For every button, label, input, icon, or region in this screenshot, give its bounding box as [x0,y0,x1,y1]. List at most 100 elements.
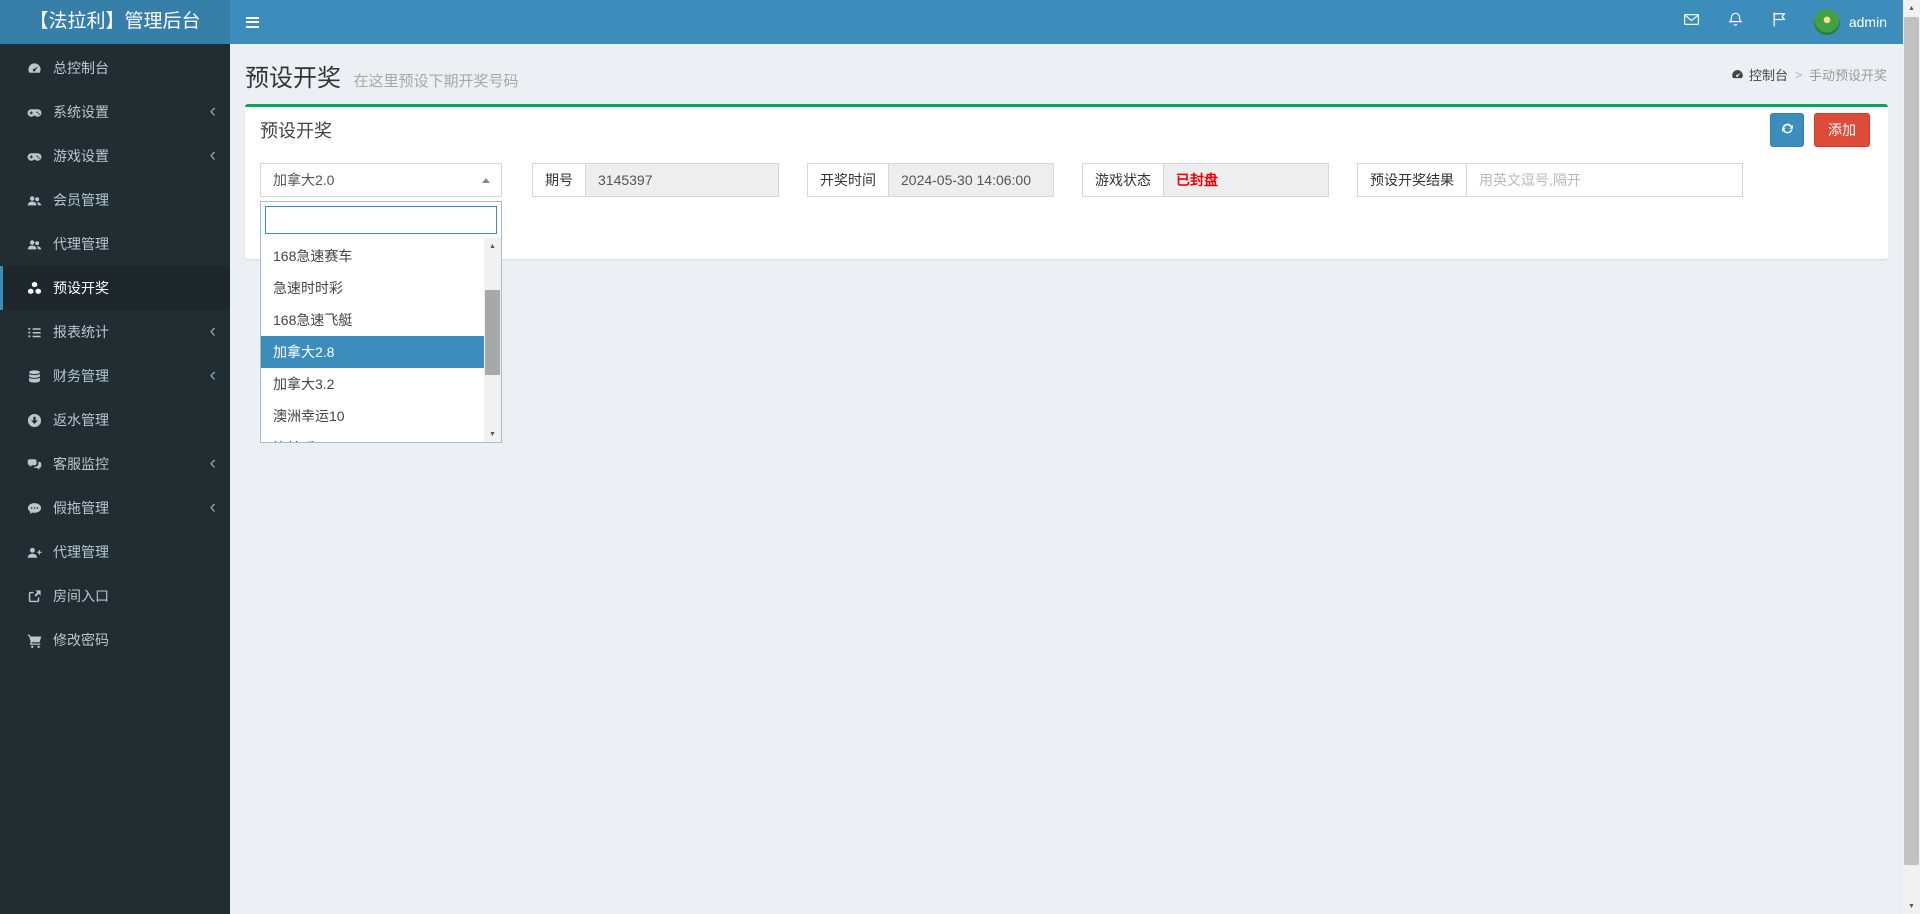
game-select-value: 加拿大2.0 [273,172,335,188]
sidebar-item-agent-admin[interactable]: 代理管理 [0,530,230,574]
chevron-left-icon: ‹ [209,365,216,386]
dropdown-option-selected[interactable]: 加拿大2.8 [261,336,484,368]
sidebar-item-label: 客服监控 [53,456,109,472]
dropdown-option[interactable]: 比特币 [261,432,484,442]
sidebar-item-agents[interactable]: 代理管理 [0,222,230,266]
sidebar-item-finance[interactable]: 财务管理 ‹ [0,354,230,398]
preset-result-group: 预设开奖结果 [1357,163,1743,197]
sidebar-item-preset-draw[interactable]: 预设开奖 [0,266,230,310]
preset-draw-box: 预设开奖 添加 加拿大2.0 168急速赛车 急速时时彩 168急速飞艇 加拿大… [245,104,1888,443]
issue-input [585,163,779,197]
envelope-icon [1683,11,1700,33]
issue-group: 期号 [532,163,779,197]
sidebar-item-system-settings[interactable]: 系统设置 ‹ [0,90,230,134]
messages-button[interactable] [1670,0,1714,44]
page-scrollbar-thumb[interactable] [1904,17,1919,865]
dropdown-option[interactable]: 澳洲幸运10 [261,400,484,432]
breadcrumb-home-link[interactable]: 控制台 [1731,65,1788,84]
page-title: 预设开奖 [245,65,341,92]
user-menu[interactable]: admin [1802,0,1899,44]
sidebar-item-room-entry[interactable]: 房间入口 [0,574,230,618]
box-body: 加拿大2.0 168急速赛车 急速时时彩 168急速飞艇 加拿大2.8 加拿大3… [245,153,1888,443]
dropdown-scrollbar-thumb[interactable] [485,290,500,375]
sidebar-item-dashboard[interactable]: 总控制台 [0,46,230,90]
dropdown-option[interactable]: 168急速赛车 [261,240,484,272]
breadcrumb-separator: > [1794,67,1802,82]
gamepad-icon [25,149,44,164]
flag-icon [1771,11,1788,33]
breadcrumb-current: 手动预设开奖 [1808,68,1887,83]
sidebar-item-label: 会员管理 [53,192,109,208]
sidebar-item-reports[interactable]: 报表统计 ‹ [0,310,230,354]
dropdown-option[interactable]: 急速时时彩 [261,272,484,304]
box-tools: 添加 [1770,113,1870,147]
tachometer-icon [1731,68,1744,81]
tachometer-icon [25,61,44,76]
dropdown-option-list: 168急速赛车 急速时时彩 168急速飞艇 加拿大2.8 加拿大3.2 澳洲幸运… [261,238,501,442]
refresh-button[interactable] [1770,113,1804,147]
sidebar-item-rebate[interactable]: 返水管理 [0,398,230,442]
sidebar-item-change-password[interactable]: 修改密码 [0,618,230,662]
sidebar-item-label: 预设开奖 [53,280,109,296]
sidebar-item-game-settings[interactable]: 游戏设置 ‹ [0,134,230,178]
sidebar-item-label: 假拖管理 [53,500,109,516]
add-button[interactable]: 添加 [1814,113,1870,147]
dropdown-scrollbar: ▲ ▼ [484,238,501,442]
dropdown-option[interactable]: 168急速飞艇 [261,304,484,336]
avatar [1813,9,1840,35]
game-select[interactable]: 加拿大2.0 [260,163,502,197]
sidebar-item-label: 财务管理 [53,368,109,384]
sidebar-item-members[interactable]: 会员管理 [0,178,230,222]
cubes-icon [25,281,44,296]
scroll-down-button[interactable]: ▼ [484,426,501,442]
comments-icon [25,457,44,472]
bell-icon [1727,11,1744,33]
sidebar-item-label: 报表统计 [53,324,109,340]
share-square-icon [25,589,44,604]
arrow-circle-down-icon [25,413,44,428]
page-subtitle: 在这里预设下期开奖号码 [353,73,519,90]
sidebar-item-label: 返水管理 [53,412,109,428]
scroll-down-button[interactable]: ▼ [1903,898,1920,914]
chevron-left-icon: ‹ [209,321,216,342]
sidebar-item-label: 游戏设置 [53,148,109,164]
box-header: 预设开奖 添加 [245,107,1888,153]
app-logo[interactable]: 【法拉利】管理后台 [0,0,230,44]
dropdown-results: 168急速赛车 急速时时彩 168急速飞艇 加拿大2.8 加拿大3.2 澳洲幸运… [261,238,501,442]
comment-dots-icon [25,501,44,516]
sidebar-item-label: 房间入口 [53,588,109,604]
sidebar-item-label: 总控制台 [53,60,109,76]
list-icon [25,325,44,340]
box-title: 预设开奖 [260,121,332,141]
preset-result-input[interactable] [1466,163,1743,197]
scroll-up-button[interactable]: ▲ [1903,0,1920,16]
scroll-up-button[interactable]: ▲ [484,238,501,254]
sidebar-item-fake-drag[interactable]: 假拖管理 ‹ [0,486,230,530]
users-icon [25,237,44,252]
sidebar-item-label: 系统设置 [53,104,109,120]
chevron-left-icon: ‹ [209,101,216,122]
breadcrumb-home-label: 控制台 [1748,68,1788,83]
chevron-left-icon: ‹ [209,497,216,518]
content-header: 预设开奖 在这里预设下期开奖号码 控制台 > 手动预设开奖 [230,44,1903,104]
sidebar-item-label: 代理管理 [53,544,109,560]
cart-icon [25,633,44,648]
chevron-left-icon: ‹ [209,453,216,474]
username: admin [1848,14,1887,30]
notifications-button[interactable] [1714,0,1758,44]
dropdown-search-input[interactable] [265,206,497,234]
flag-button[interactable] [1758,0,1802,44]
game-status-group: 游戏状态 已封盘 [1082,163,1329,197]
gamepad-icon [25,105,44,120]
chevron-left-icon: ‹ [209,145,216,166]
game-select-wrap: 加拿大2.0 168急速赛车 急速时时彩 168急速飞艇 加拿大2.8 加拿大3… [260,163,502,443]
preset-form-row: 加拿大2.0 168急速赛车 急速时时彩 168急速飞艇 加拿大2.8 加拿大3… [260,163,1873,443]
game-status-label: 游戏状态 [1082,163,1163,197]
dropdown-option[interactable]: 加拿大3.2 [261,368,484,400]
breadcrumb: 控制台 > 手动预设开奖 [1731,65,1887,84]
game-status-value: 已封盘 [1163,163,1329,197]
game-select-dropdown: 168急速赛车 急速时时彩 168急速飞艇 加拿大2.8 加拿大3.2 澳洲幸运… [260,201,502,443]
sidebar-toggle-button[interactable] [230,0,274,44]
database-icon [25,369,44,384]
sidebar-item-service-monitor[interactable]: 客服监控 ‹ [0,442,230,486]
